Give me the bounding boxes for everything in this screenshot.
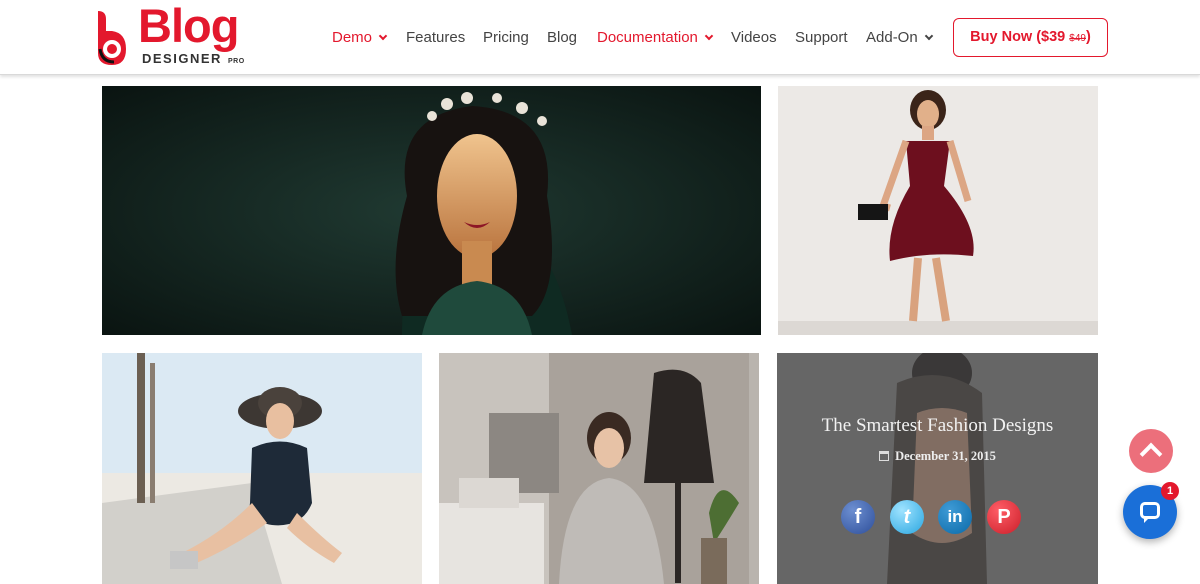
buy-now-button[interactable]: Buy Now ($39 $49) [953, 18, 1108, 57]
nav-item-pricing[interactable]: Pricing [483, 28, 529, 48]
nav-label: Blog [547, 29, 578, 46]
logo-mark-icon [98, 11, 126, 65]
nav-item-documentation[interactable]: Documentation [597, 28, 714, 48]
facebook-icon[interactable]: f [841, 500, 875, 534]
nav-label: Support [795, 29, 848, 46]
featured-overlay [777, 353, 1098, 584]
nav-label: Features [406, 29, 466, 46]
photo-woman-beach-hat [102, 353, 422, 584]
post-image-beach-hat[interactable] [102, 353, 422, 584]
chevron-down-icon [924, 31, 933, 41]
post-title[interactable]: The Smartest Fashion Designs [777, 415, 1098, 437]
logo-tier: PRO [228, 58, 245, 65]
nav-label: Videos [731, 29, 777, 46]
nav-label: Demo [332, 29, 373, 46]
site-logo[interactable]: Blog DESIGNER PRO [92, 2, 262, 66]
buy-label: Buy Now ($39 [970, 29, 1066, 45]
calendar-icon [879, 451, 890, 461]
pinterest-icon[interactable]: P [987, 500, 1021, 534]
nav-item-features[interactable]: Features [406, 28, 465, 48]
chat-unread-badge: 1 [1161, 482, 1179, 500]
nav-item-demo[interactable]: Demo [332, 28, 388, 48]
post-image-designer-desk[interactable] [439, 353, 759, 584]
nav-item-add-on[interactable]: Add-On [866, 28, 933, 48]
nav-label: Documentation [597, 29, 698, 46]
chat-bubble-icon [1140, 502, 1160, 523]
twitter-icon[interactable]: t [890, 500, 924, 534]
buy-label-close: ) [1085, 29, 1091, 45]
nav-label: Pricing [483, 29, 529, 46]
old-price: $49 [1069, 33, 1086, 44]
chevron-down-icon [704, 31, 714, 41]
photo-woman-flower-crown [102, 86, 761, 335]
post-image-burgundy-dress[interactable] [778, 86, 1098, 335]
post-image-flower-crown[interactable] [102, 86, 761, 335]
chevron-down-icon [378, 31, 388, 41]
post-date-text: December 31, 2015 [895, 449, 996, 463]
logo-subtitle: DESIGNER [142, 51, 222, 66]
site-header: Blog DESIGNER PRO Demo Features Pricing … [0, 0, 1200, 75]
linkedin-icon[interactable]: in [938, 500, 972, 534]
nav-item-support[interactable]: Support [795, 28, 848, 48]
post-date: December 31, 2015 [777, 449, 1098, 464]
photo-woman-burgundy-dress [778, 86, 1098, 335]
nav-item-blog[interactable]: Blog [547, 28, 577, 48]
photo-fashion-designer [439, 353, 759, 584]
featured-post-card[interactable]: The Smartest Fashion Designs December 31… [777, 353, 1098, 584]
nav-label: Add-On [866, 29, 918, 46]
logo-wordmark: Blog [138, 0, 239, 52]
nav-item-videos[interactable]: Videos [731, 28, 777, 48]
scroll-to-top-button[interactable] [1129, 429, 1173, 473]
